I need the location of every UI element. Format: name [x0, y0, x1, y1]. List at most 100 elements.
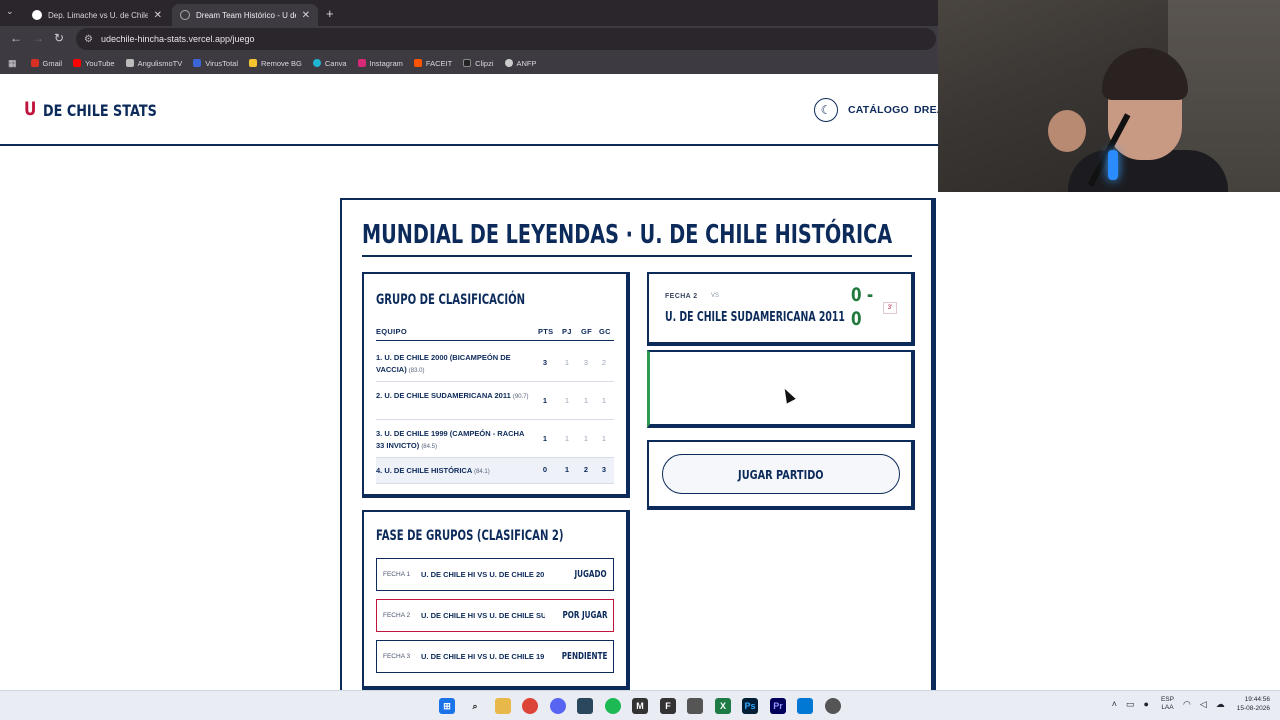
- canva-icon: [312, 59, 321, 67]
- play-match-button[interactable]: JUGAR PARTIDO: [662, 454, 900, 494]
- tab-title: Dep. Limache vs U. de Chile • I: [48, 10, 148, 20]
- cell-pj: 1: [564, 465, 570, 474]
- rgb-light: [1108, 150, 1118, 180]
- clock[interactable]: 19:44:56 15-08-2026: [1237, 695, 1270, 713]
- score-home: 0 -: [851, 284, 874, 306]
- bookmark-youtube[interactable]: YouTube: [73, 58, 115, 68]
- logo-text[interactable]: DE CHILE STATS: [43, 101, 157, 120]
- address-bar[interactable]: ⚙ udechile-hincha-stats.vercel.app/juego: [76, 28, 936, 50]
- bookmark-removebg[interactable]: Remove BG: [249, 59, 302, 68]
- chrome-icon[interactable]: [522, 698, 538, 714]
- new-tab-icon[interactable]: +: [326, 6, 334, 21]
- fixture-match: U. DE CHILE HI VS U. DE CHILE 20: [421, 570, 545, 579]
- file-explorer-icon[interactable]: [495, 698, 511, 714]
- tab-favicon-icon: [32, 10, 42, 20]
- moon-icon[interactable]: ☾: [814, 98, 838, 122]
- match-vs: VS: [711, 293, 720, 299]
- nav-catalogo[interactable]: CATÁLOGO: [848, 104, 909, 116]
- cloud-icon[interactable]: ☁: [1216, 699, 1225, 710]
- cell-gc: 1: [601, 396, 607, 405]
- team-name: 3. U. DE CHILE 1999 (CAMPEÓN - RACHA 33 …: [376, 428, 534, 453]
- fixture-fecha: FECHA 3: [383, 653, 411, 660]
- controller-app-icon[interactable]: [687, 698, 703, 714]
- col-gf: GF: [581, 327, 593, 336]
- excel-icon[interactable]: X: [715, 698, 731, 714]
- team-label: 2. U. DE CHILE SUDAMERICANA 2011: [376, 391, 511, 400]
- bookmark-clipzi[interactable]: Clipzi: [463, 58, 494, 68]
- removebg-icon: [249, 59, 257, 67]
- bookmark-angulismotv[interactable]: AngulismoTV: [125, 59, 182, 68]
- close-tab-icon[interactable]: ✕: [154, 10, 162, 21]
- search-icon[interactable]: ⌕: [467, 698, 483, 714]
- gmail-icon: [30, 59, 39, 67]
- bookmark-instagram[interactable]: Instagram: [357, 59, 403, 68]
- premiere-icon[interactable]: Pr: [770, 698, 786, 714]
- bookmark-virustotal[interactable]: VirusTotal: [193, 59, 238, 68]
- bookmark-canva[interactable]: Canva: [312, 58, 347, 68]
- cell-gf: 1: [583, 396, 589, 405]
- forward-icon[interactable]: →: [32, 31, 44, 45]
- volume-icon[interactable]: ◁: [1200, 699, 1207, 710]
- bookmark-label: Clipzi: [475, 58, 494, 68]
- bookmark-faceit[interactable]: FACEIT: [413, 59, 452, 68]
- bookmark-label: Canva: [324, 58, 347, 68]
- table-row: 2. U. DE CHILE SUDAMERICANA 2011 (90.7) …: [376, 382, 614, 420]
- fixture-item[interactable]: FECHA 1 U. DE CHILE HI VS U. DE CHILE 20…: [376, 558, 614, 591]
- youtube-icon: [73, 59, 82, 67]
- close-tab-icon[interactable]: ✕: [302, 10, 310, 21]
- fixture-match: U. DE CHILE HI VS U. DE CHILE SU: [421, 611, 545, 620]
- bookmark-label: YouTube: [85, 58, 115, 68]
- start-icon[interactable]: ⊞: [439, 698, 455, 714]
- chevron-up-icon[interactable]: ˄: [1112, 699, 1117, 709]
- cell-pj: 1: [564, 358, 570, 367]
- score-away: 0: [851, 308, 862, 330]
- spotify-icon[interactable]: [605, 698, 621, 714]
- team-rating: (84.5): [421, 444, 437, 450]
- team-rating: (83.0): [408, 368, 425, 374]
- team-rating: (90.7): [512, 394, 529, 400]
- url-text: udechile-hincha-stats.vercel.app/juego: [100, 34, 255, 44]
- faceit-icon: [413, 59, 422, 67]
- col-equipo: EQUIPO: [376, 327, 407, 336]
- bookmark-label: ANFP: [516, 58, 537, 68]
- fixture-match: U. DE CHILE HI VS U. DE CHILE 19: [421, 652, 544, 661]
- settings-app-icon[interactable]: [825, 698, 841, 714]
- reload-icon[interactable]: ↻: [54, 31, 64, 45]
- fixture-item[interactable]: FECHA 3 U. DE CHILE HI VS U. DE CHILE 19…: [376, 640, 614, 673]
- wifi-icon[interactable]: ◠: [1183, 699, 1191, 710]
- tab-search-icon[interactable]: ⌄: [6, 6, 14, 17]
- fixture-fecha: FECHA 2: [383, 612, 411, 619]
- microphone-icon[interactable]: ●: [1144, 699, 1149, 709]
- fixtures-panel: FASE DE GRUPOS (CLASIFICAN 2) FECHA 1 U.…: [362, 510, 630, 690]
- fixture-status: PENDIENTE: [561, 651, 607, 662]
- language-indicator[interactable]: ESP LAA: [1161, 696, 1174, 712]
- photoshop-icon[interactable]: Ps: [742, 698, 758, 714]
- col-pts: PTS: [538, 327, 554, 336]
- back-icon[interactable]: ←: [10, 31, 22, 45]
- discord-icon[interactable]: [550, 698, 566, 714]
- bookmark-anfp[interactable]: ANFP: [504, 58, 537, 68]
- app-window-icon[interactable]: [797, 698, 813, 714]
- mm-app-icon[interactable]: M: [632, 698, 648, 714]
- apps-grid-icon[interactable]: ▦: [8, 58, 17, 69]
- bookmark-gmail[interactable]: Gmail: [30, 59, 62, 68]
- team-rating: (84.1): [474, 469, 490, 475]
- logo-mark[interactable]: U: [24, 98, 36, 120]
- col-gc: GC: [599, 327, 611, 336]
- standings-title: GRUPO DE CLASIFICACIÓN: [376, 292, 526, 308]
- cell-pj: 1: [564, 396, 570, 405]
- steam-icon[interactable]: [577, 698, 593, 714]
- match-events-feed: [647, 350, 915, 428]
- cell-gf: 3: [583, 358, 589, 367]
- cell-pj: 1: [564, 434, 570, 443]
- virustotal-icon: [193, 59, 202, 67]
- fixture-status: POR JUGAR: [562, 610, 607, 621]
- faceit-app-icon[interactable]: F: [660, 698, 676, 714]
- browser-tab-2[interactable]: Dream Team Histórico - U de C ✕: [172, 4, 318, 26]
- browser-tab-1[interactable]: Dep. Limache vs U. de Chile • I ✕: [24, 4, 170, 26]
- battery-icon[interactable]: ▭: [1126, 699, 1135, 710]
- site-info-icon[interactable]: ⚙: [84, 34, 93, 45]
- fixture-item-current[interactable]: FECHA 2 U. DE CHILE HI VS U. DE CHILE SU…: [376, 599, 614, 632]
- table-row: 1. U. DE CHILE 2000 (BICAMPEÓN DE VACCIA…: [376, 344, 614, 382]
- webcam-overlay: [938, 0, 1280, 192]
